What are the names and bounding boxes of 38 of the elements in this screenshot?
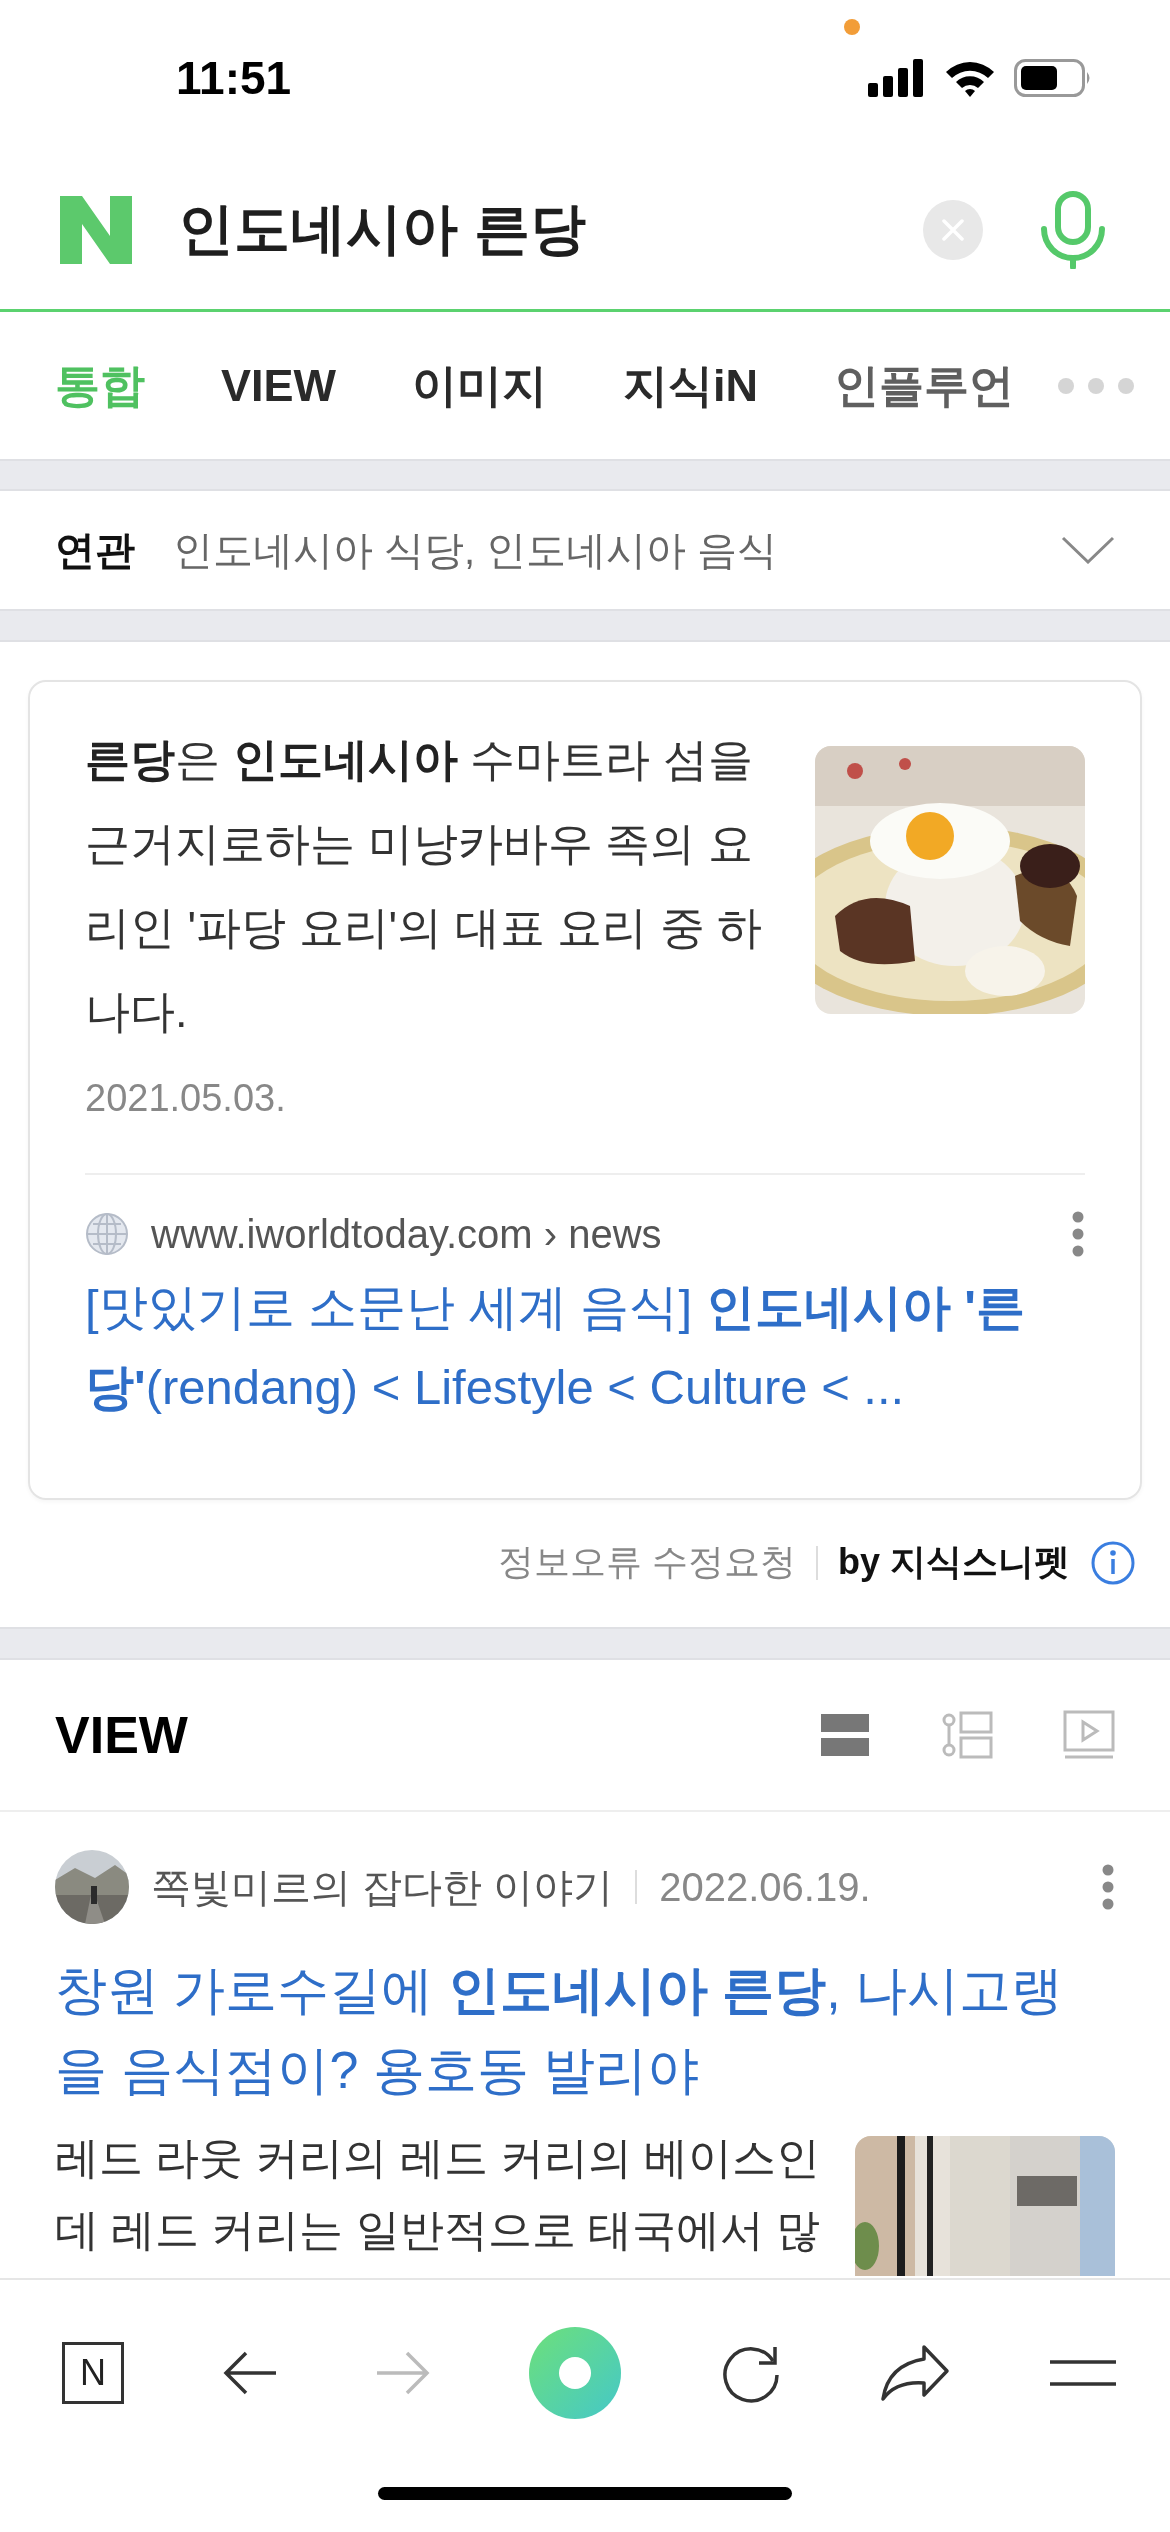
microphone-icon	[1038, 190, 1108, 269]
search-query: 인도네시아 른당	[178, 195, 587, 262]
post-date: 2022.06.19.	[659, 1864, 872, 1910]
tab[interactable]: 이미지	[412, 355, 547, 416]
home-button[interactable]: N	[62, 2342, 124, 2404]
timeline-view-icon[interactable]	[941, 1710, 993, 1760]
wifi-icon	[944, 59, 996, 97]
globe-icon	[85, 1212, 129, 1256]
more-options-icon[interactable]	[1071, 1211, 1085, 1257]
snippet-credit: by 지식스니펫	[838, 1540, 1070, 1584]
chevron-down-icon[interactable]	[1061, 536, 1115, 564]
signal-icon	[868, 59, 926, 97]
tab[interactable]: 지식iN	[623, 355, 758, 416]
info-icon[interactable]	[1090, 1539, 1136, 1586]
snippet-description: 른당은 인도네시아 수마트라 섬을 근거지로하는 미낭카바우 족의 요리인 '파당 요리'의 대표 요리 중 하나다.	[85, 733, 764, 1039]
related-searches[interactable]: 인도네시아 식당, 인도네시아 음식	[173, 522, 1061, 578]
report-error-link[interactable]: 정보오류 수정요청	[497, 1538, 796, 1587]
recording-indicator-dot	[844, 19, 860, 35]
source-url[interactable]: www.iworldtoday.com › news	[151, 1211, 1071, 1257]
related-label: 연관	[55, 526, 135, 574]
tab[interactable]: VIEW	[221, 359, 336, 412]
video-view-icon[interactable]	[1063, 1710, 1115, 1760]
post-summary: 레드 라웃 커리의 레드 커리의 베이스인데 레드 커리는 일반적으로 태국에서 많	[55, 2132, 822, 2256]
voice-search-button[interactable]	[1038, 190, 1108, 269]
back-arrow-icon[interactable]	[221, 2350, 278, 2396]
round-action-button-icon[interactable]	[528, 2327, 621, 2419]
more-options-icon[interactable]	[1101, 1864, 1115, 1910]
section-title: VIEW	[55, 1705, 189, 1765]
naver-logo	[60, 195, 132, 264]
share-icon[interactable]	[880, 2343, 951, 2403]
menu-icon[interactable]	[1047, 2360, 1118, 2386]
tab[interactable]: 인플루언	[834, 355, 1014, 416]
snippet-date: 2021.05.03.	[85, 1076, 287, 1121]
post-title-link[interactable]: 창원 가로수길에 인도네시아 른당, 나시고랭을 음식점이? 용호동 발리야	[55, 1950, 1115, 2110]
battery-icon	[1014, 59, 1092, 97]
blog-name[interactable]: 쪽빛미르의 잡다한 이야기	[151, 1859, 614, 1915]
status-time: 11:51	[176, 51, 292, 105]
result-title-link[interactable]: [맛있기로 소문난 세계 음식] 인도네시아 '른당'(rendang) < Lifestyle < Culture < ...	[85, 1267, 1085, 1427]
